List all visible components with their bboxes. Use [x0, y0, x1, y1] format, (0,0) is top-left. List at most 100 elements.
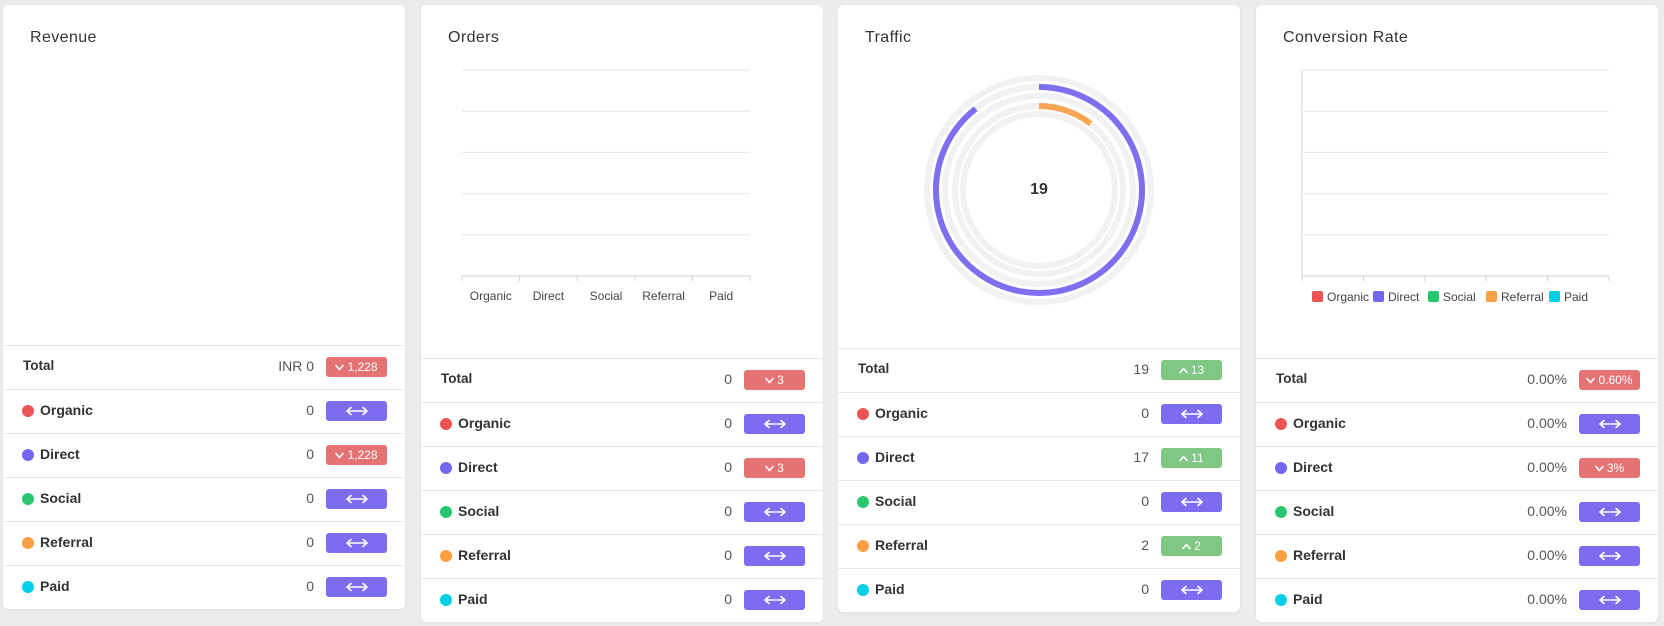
arrows-left-right-icon	[1180, 585, 1203, 595]
legend-social-label[interactable]: Social	[1443, 290, 1476, 304]
legend-paid-label[interactable]: Paid	[1564, 290, 1588, 304]
row-social: Social 0	[3, 477, 405, 521]
trend-delta: 3	[777, 461, 784, 475]
direct-dot-icon	[22, 449, 34, 461]
x-tick-label: Social	[590, 289, 623, 303]
trend-down-badge: 1,228	[326, 445, 387, 465]
row-label: Total	[441, 371, 473, 386]
row-paid: Paid 0.00%	[1256, 578, 1658, 622]
legend-direct-label[interactable]: Direct	[1388, 290, 1420, 304]
chevron-down-icon	[765, 377, 774, 383]
x-tick-label: Direct	[533, 289, 565, 303]
conversion-legend: Organic Direct Social Referral Paid	[1312, 290, 1588, 304]
row-value: 0	[724, 547, 732, 563]
conversion-gridlines	[1301, 69, 1609, 277]
x-tick-label: Paid	[709, 289, 733, 303]
referral-dot-icon	[440, 550, 452, 562]
row-label: Paid	[875, 581, 905, 597]
row-direct: Direct 0 3	[421, 446, 823, 490]
row-value: 0.00%	[1527, 503, 1567, 519]
row-label: Organic	[1293, 415, 1346, 431]
arrows-left-right-icon	[345, 538, 368, 548]
trend-flat-badge	[1579, 590, 1640, 610]
row-label: Total	[858, 361, 890, 376]
organic-dot-icon	[857, 408, 869, 420]
arrows-left-right-icon	[1180, 409, 1203, 419]
trend-down-badge: 0.60%	[1579, 370, 1640, 390]
arrows-left-right-icon	[763, 551, 786, 561]
legend-referral-label[interactable]: Referral	[1501, 290, 1544, 304]
paid-dot-icon	[440, 594, 452, 606]
row-organic: Organic 0	[3, 389, 405, 433]
row-value: 0	[724, 591, 732, 607]
trend-delta: 1,228	[347, 448, 378, 462]
trend-delta: 13	[1190, 363, 1205, 377]
conversion-rate-card: Conversion Rate Organic Direct Social Refer…	[1256, 5, 1658, 622]
orders-rows: Total 0 3 Organic 0 Direct 0 3 Social 0 Referral 0 P…	[421, 358, 823, 622]
social-dot-icon	[440, 506, 452, 518]
row-value: 0	[1141, 581, 1149, 597]
legend-organic-label[interactable]: Organic	[1327, 290, 1369, 304]
conversion-bar-chart: Organic Direct Social Referral Paid	[1301, 69, 1610, 304]
legend-organic-swatch	[1312, 291, 1323, 302]
row-direct: Direct 0.00% 3%	[1256, 446, 1658, 490]
arrows-left-right-icon	[763, 419, 786, 429]
row-value: 0	[724, 371, 732, 387]
trend-up-badge: 13	[1161, 360, 1222, 380]
trend-delta: 1,228	[347, 360, 378, 374]
trend-flat-badge	[326, 533, 387, 553]
social-dot-icon	[22, 493, 34, 505]
row-label: Total	[23, 358, 55, 373]
referral-dot-icon	[22, 537, 34, 549]
social-dot-icon	[857, 496, 869, 508]
conversion-x-ticks	[1301, 276, 1610, 281]
orders-x-labels: Organic Direct Social Referral Paid	[470, 289, 733, 303]
paid-dot-icon	[22, 581, 34, 593]
trend-up-badge: 11	[1161, 448, 1222, 468]
row-value: 19	[1133, 361, 1149, 377]
row-label: Social	[40, 490, 82, 506]
row-total: Total INR 0 1,228	[3, 345, 405, 389]
orders-gridlines	[462, 69, 750, 277]
row-label: Direct	[40, 446, 80, 462]
arrows-left-right-icon	[763, 595, 786, 605]
row-social: Social 0.00%	[1256, 490, 1658, 534]
organic-dot-icon	[1275, 418, 1287, 430]
organic-dot-icon	[22, 405, 34, 417]
row-label: Organic	[458, 415, 511, 431]
trend-down-badge: 3	[744, 458, 805, 478]
row-value: 0	[1141, 405, 1149, 421]
row-label: Social	[875, 493, 917, 509]
row-value: 0	[306, 446, 314, 462]
chevron-down-icon	[335, 452, 345, 458]
arrows-left-right-icon	[345, 582, 368, 592]
row-total: Total 19 13	[838, 348, 1240, 392]
revenue-card: Revenue Total INR 0 1,228 Organic 0 Direct 0 1,…	[3, 5, 405, 609]
row-paid: Paid 0	[838, 568, 1240, 612]
traffic-radial-chart: 19	[924, 75, 1154, 305]
trend-flat-badge	[744, 502, 805, 522]
row-value: 0	[724, 503, 732, 519]
row-value: 17	[1133, 449, 1149, 465]
row-organic: Organic 0	[838, 392, 1240, 436]
row-referral: Referral 2 2	[838, 524, 1240, 568]
traffic-center-value: 19	[1030, 181, 1048, 198]
conversion-rows: Total 0.00% 0.60% Organic 0.00% Direct 0.00% 3%…	[1256, 358, 1658, 622]
trend-flat-badge	[744, 414, 805, 434]
row-value: 0.00%	[1527, 547, 1567, 563]
revenue-rows: Total INR 0 1,228 Organic 0 Direct 0 1,228 Socia…	[3, 345, 405, 609]
row-label: Direct	[1293, 459, 1333, 475]
arrows-left-right-icon	[345, 406, 368, 416]
trend-up-badge: 2	[1161, 536, 1222, 556]
legend-social-swatch	[1428, 291, 1439, 302]
row-total: Total 0.00% 0.60%	[1256, 358, 1658, 402]
trend-delta: 11	[1191, 451, 1204, 465]
trend-flat-badge	[744, 590, 805, 610]
arrows-left-right-icon	[763, 507, 786, 517]
row-value: 0	[306, 402, 314, 418]
trend-flat-badge	[1579, 502, 1640, 522]
row-label: Referral	[40, 534, 93, 550]
traffic-rows: Total 19 13 Organic 0 Direct 17 11 Social 0 Referr…	[838, 348, 1240, 612]
direct-dot-icon	[1275, 462, 1287, 474]
row-social: Social 0	[421, 490, 823, 534]
